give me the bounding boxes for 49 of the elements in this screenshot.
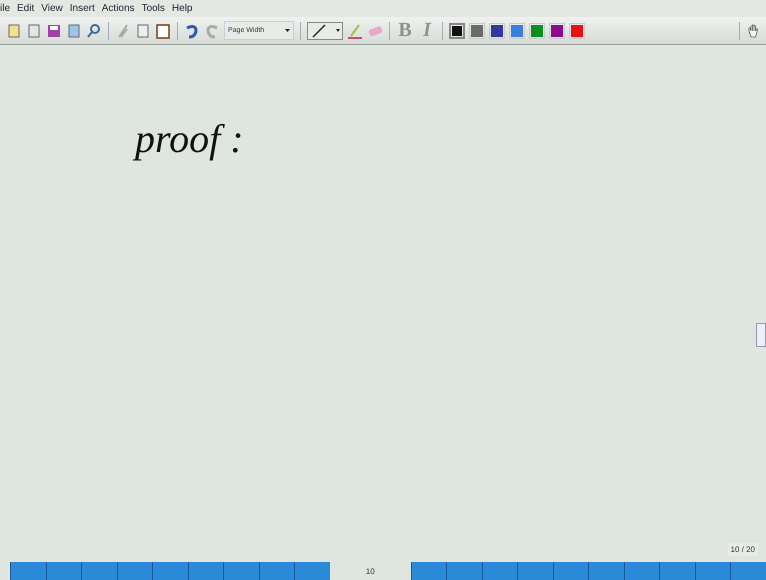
menu-item[interactable]: ile (0, 3, 10, 14)
page-thumbnail[interactable] (294, 562, 330, 580)
page-thumbnail[interactable] (517, 562, 553, 580)
page-thumbnail[interactable] (730, 562, 766, 580)
color-swatch[interactable] (509, 22, 525, 38)
page-thumbnail[interactable] (116, 562, 152, 580)
paste-icon[interactable] (155, 22, 171, 38)
search-icon[interactable] (86, 22, 102, 38)
menu-item[interactable]: Insert (70, 3, 95, 14)
save-icon[interactable] (46, 22, 62, 38)
current-page-number: 10 (364, 566, 376, 578)
color-swatch[interactable] (449, 22, 465, 38)
page-thumbnail[interactable] (258, 562, 294, 580)
page-thumbnail[interactable] (223, 562, 259, 580)
highlighter-icon[interactable] (347, 22, 363, 38)
color-swatch[interactable] (569, 22, 585, 38)
copy-icon[interactable] (135, 22, 151, 38)
caret-icon (336, 29, 340, 32)
page-thumbnail[interactable] (188, 562, 224, 580)
scrollbar-thumb[interactable] (756, 323, 766, 347)
color-swatch[interactable] (489, 22, 505, 38)
color-swatch[interactable] (469, 22, 485, 38)
menu-item[interactable]: Actions (102, 3, 135, 14)
page-thumbnail[interactable] (410, 562, 446, 580)
pen-icon (310, 24, 328, 38)
caret-icon (285, 29, 290, 32)
page-thumbnail[interactable] (694, 562, 730, 580)
handwritten-text: proof : (135, 115, 244, 162)
undo-icon[interactable] (184, 22, 200, 38)
pen-button[interactable] (307, 22, 343, 40)
page-thumbnail[interactable] (552, 562, 588, 580)
page-thumbnail[interactable] (588, 562, 624, 580)
menu-item[interactable]: View (41, 3, 63, 14)
new-page-icon[interactable] (6, 22, 22, 38)
page-thumbnail[interactable] (482, 562, 518, 580)
page-thumbnail[interactable] (659, 562, 695, 580)
page-thumbnail[interactable] (46, 562, 82, 580)
page-thumbnail[interactable] (624, 562, 660, 580)
page-thumbnail[interactable] (10, 562, 46, 580)
color-swatch[interactable] (529, 22, 545, 38)
page-icon[interactable] (26, 22, 42, 38)
page-thumbnail[interactable] (446, 562, 482, 580)
menu-item[interactable]: Help (172, 3, 192, 14)
color-swatch[interactable] (549, 22, 565, 38)
page-thumbnail[interactable] (81, 562, 117, 580)
menu-item[interactable]: Tools (142, 3, 165, 14)
page-thumbnail[interactable] (152, 562, 188, 580)
menu-item[interactable]: Edit (17, 3, 34, 14)
page-counter: 10 / 20 (728, 543, 758, 556)
